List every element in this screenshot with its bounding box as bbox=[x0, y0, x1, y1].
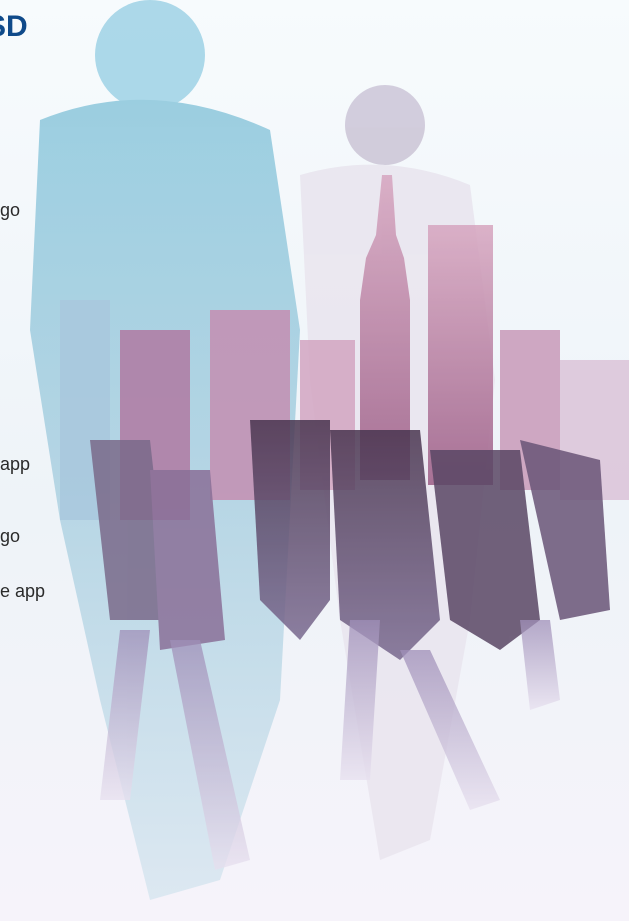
page-heading-text: SD bbox=[0, 10, 28, 43]
text-fragment-3: go bbox=[0, 526, 21, 546]
business-city-illustration bbox=[0, 0, 629, 921]
hero-image bbox=[0, 0, 629, 921]
text-fragment-1: go bbox=[0, 200, 21, 220]
text-fragment-2: app bbox=[0, 454, 31, 474]
page-heading: SD bbox=[0, 10, 50, 44]
text-fragment-4: e app bbox=[0, 581, 46, 601]
